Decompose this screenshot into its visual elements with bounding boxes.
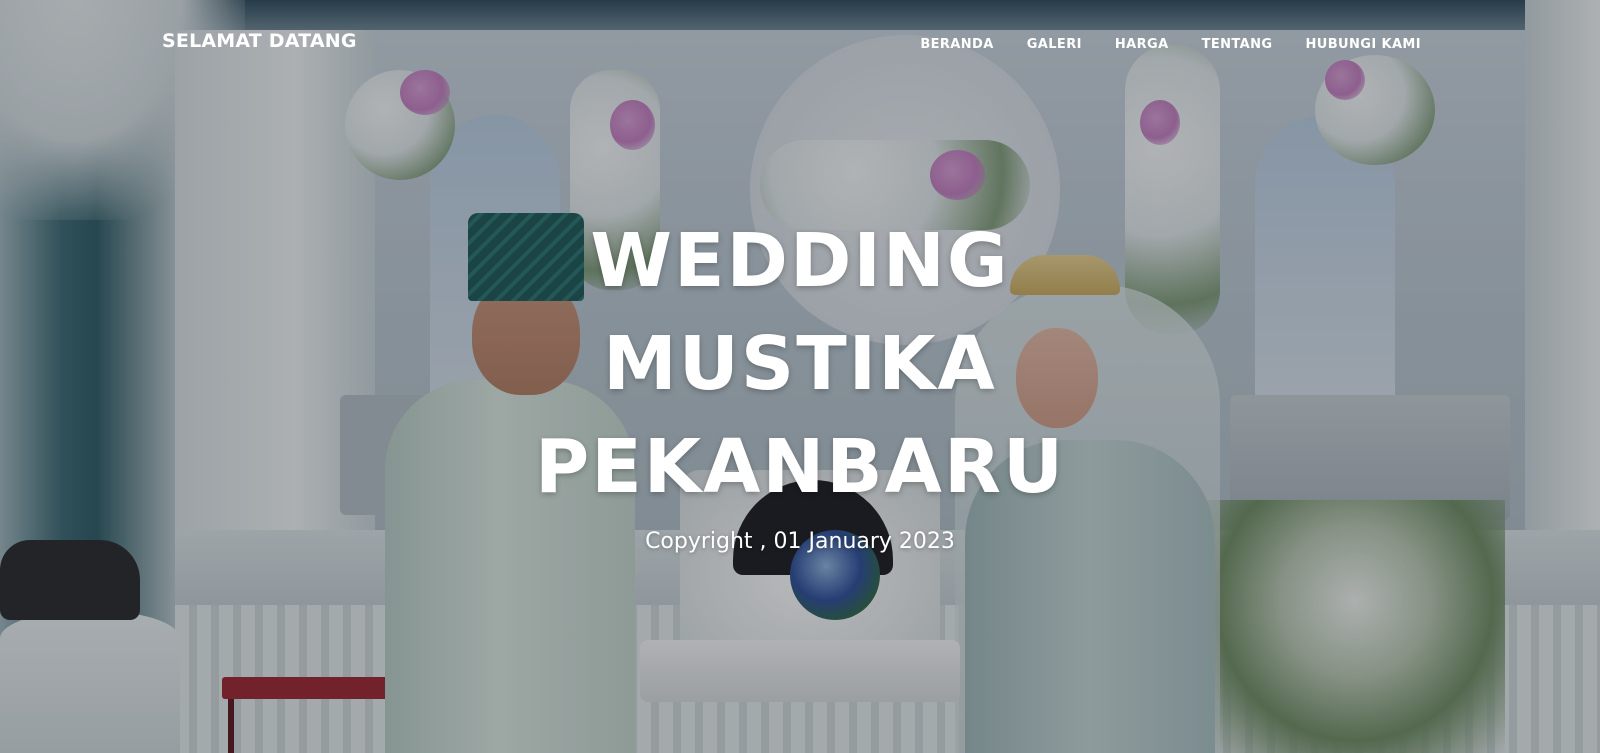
- hero-title-line: PEKANBARU: [534, 424, 1066, 510]
- hero-title-line: WEDDING: [590, 218, 1010, 304]
- hero-title-line: MUSTIKA: [603, 321, 997, 407]
- nav-link-tentang[interactable]: TENTANG: [1202, 37, 1273, 52]
- nav-item-tentang: TENTANG: [1169, 33, 1273, 52]
- nav-item-harga: HARGA: [1082, 33, 1169, 52]
- hero-section: SELAMAT DATANG BERANDA GALERI HARGA TENT…: [0, 0, 1600, 753]
- brand-link[interactable]: SELAMAT DATANG: [162, 30, 357, 52]
- nav-link-galeri[interactable]: GALERI: [1027, 37, 1082, 52]
- nav-item-hubungi-kami: HUBUNGI KAMI: [1272, 33, 1421, 52]
- nav-item-galeri: GALERI: [994, 33, 1082, 52]
- hero-subtitle: Copyright , 01 January 2023: [645, 529, 955, 554]
- nav-link-harga[interactable]: HARGA: [1115, 37, 1169, 52]
- top-navbar: SELAMAT DATANG BERANDA GALERI HARGA TENT…: [0, 0, 1600, 84]
- hero-text-block: WEDDING MUSTIKA PEKANBARU Copyright , 01…: [0, 210, 1600, 554]
- nav-link-beranda[interactable]: BERANDA: [920, 37, 993, 52]
- hero-title: WEDDING MUSTIKA PEKANBARU: [480, 210, 1120, 519]
- nav-menu: BERANDA GALERI HARGA TENTANG HUBUNGI KAM…: [887, 33, 1421, 52]
- nav-item-beranda: BERANDA: [887, 33, 993, 52]
- nav-link-hubungi-kami[interactable]: HUBUNGI KAMI: [1305, 37, 1421, 52]
